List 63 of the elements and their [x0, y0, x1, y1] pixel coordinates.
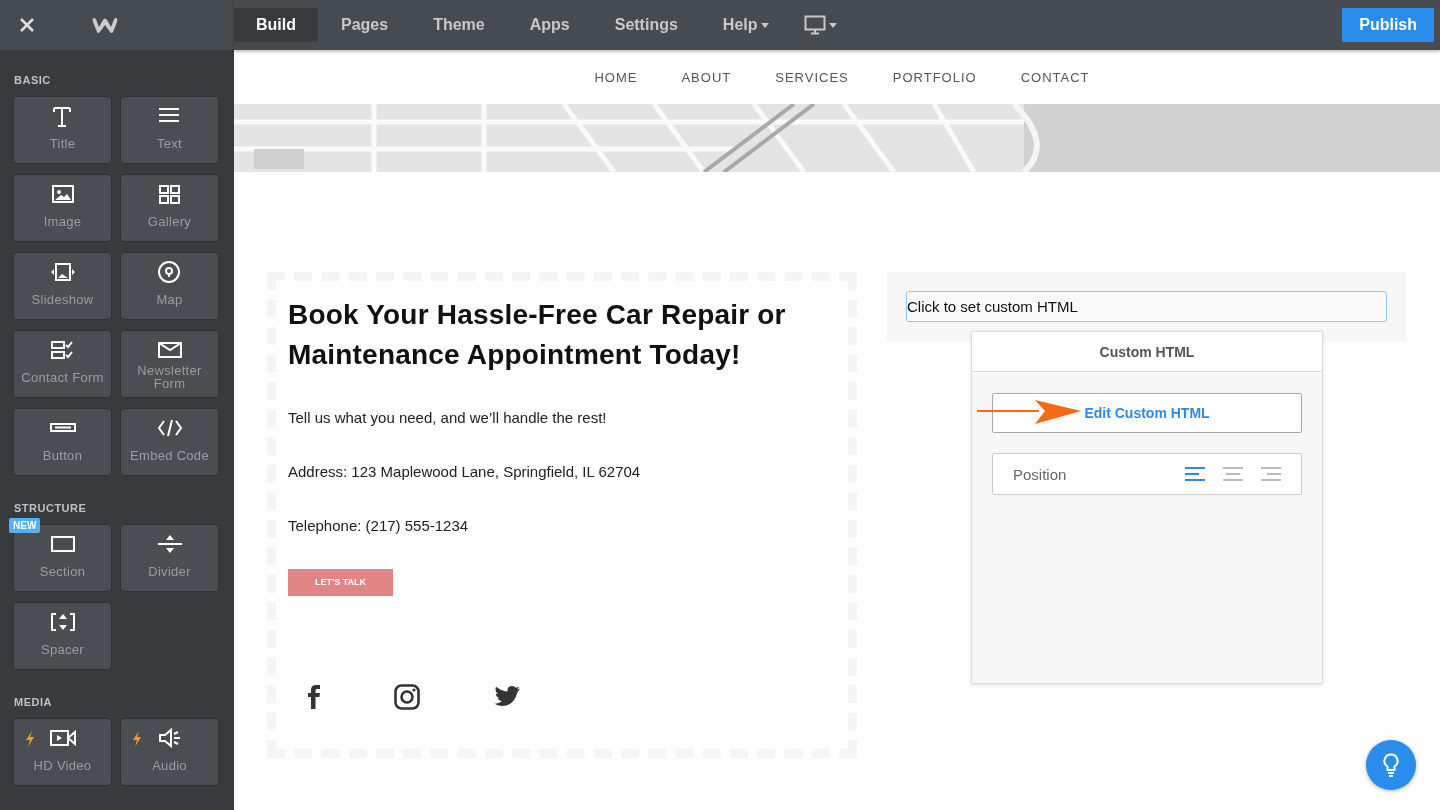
facebook-icon[interactable] — [308, 684, 320, 709]
body-text: Tell us what you need, and we’ll handle the rest! — [288, 409, 608, 426]
new-badge: NEW — [9, 518, 41, 533]
section-heading: BASIC — [14, 74, 51, 86]
nav-tab[interactable]: Theme — [411, 8, 507, 42]
element-icon — [49, 727, 76, 749]
element-tile[interactable]: Embed Code — [120, 408, 219, 476]
element-tile[interactable]: Divider — [120, 524, 219, 592]
desktop-icon — [803, 15, 826, 35]
element-tile[interactable]: Spacer — [13, 602, 112, 670]
custom-html-field[interactable]: Click to set custom HTML — [906, 291, 1387, 322]
edit-html-button[interactable]: Edit Custom HTML — [992, 393, 1302, 433]
instagram-icon[interactable] — [394, 683, 420, 710]
position-label: Position — [1013, 465, 1068, 483]
site-nav-link[interactable]: CONTACT — [998, 69, 1112, 85]
element-tile[interactable]: Button — [13, 408, 112, 476]
lightbulb-icon — [1383, 753, 1399, 777]
popover-title: Custom HTML — [972, 332, 1322, 372]
site-nav-link[interactable]: PORTFOLIO — [870, 69, 999, 85]
element-icon — [156, 727, 183, 749]
element-tile[interactable]: Title — [13, 96, 112, 164]
element-icon — [156, 417, 183, 439]
nav-tab[interactable]: Help — [700, 8, 791, 42]
element-tile[interactable]: Contact Form — [13, 330, 112, 398]
heading: Book Your Hassle-Free Car Repair or Maintenance Appointment Today! — [288, 298, 787, 372]
nav-tab[interactable]: Settings — [592, 8, 700, 42]
element-tile[interactable]: Text — [120, 96, 219, 164]
body-text: Telephone: (217) 555-1234 — [288, 517, 470, 534]
align-left-icon[interactable] — [1185, 467, 1205, 481]
element-icon — [156, 533, 183, 555]
element-tile[interactable]: Map — [120, 252, 219, 320]
lightning-icon — [25, 731, 35, 747]
element-icon — [49, 261, 76, 283]
cta-button[interactable]: LET'S TALK — [288, 568, 393, 596]
element-icon — [49, 183, 76, 205]
element-icon — [156, 261, 183, 283]
element-icon — [156, 183, 183, 205]
help-button[interactable] — [1366, 740, 1416, 790]
element-icon — [49, 533, 76, 555]
site-nav-link[interactable]: ABOUT — [659, 69, 754, 85]
element-icon — [156, 339, 183, 361]
nav-tab[interactable]: Apps — [507, 8, 592, 42]
device-button[interactable] — [803, 15, 837, 35]
section-heading: MEDIA — [14, 696, 52, 708]
element-tile[interactable]: HD Video — [13, 718, 112, 786]
nav-tab[interactable]: Pages — [319, 8, 411, 42]
body-text: Address: 123 Maplewood Lane, Springfield, IL 62704 — [288, 463, 642, 480]
caret-icon — [828, 22, 837, 28]
twitter-icon[interactable] — [494, 685, 520, 708]
publish-button[interactable]: Publish — [1342, 8, 1434, 42]
element-icon — [49, 611, 76, 633]
element-tile[interactable]: Slideshow — [13, 252, 112, 320]
close-icon[interactable] — [19, 17, 35, 33]
element-tile[interactable]: Image — [13, 174, 112, 242]
element-tile[interactable]: Audio — [120, 718, 219, 786]
site-nav-link[interactable]: HOME — [572, 69, 660, 85]
site-nav-link[interactable]: SERVICES — [753, 69, 871, 85]
element-tile[interactable]: Newsletter Form — [120, 330, 219, 398]
element-icon — [49, 339, 76, 361]
section-heading: STRUCTURE — [14, 502, 87, 514]
element-tile[interactable]: Gallery — [120, 174, 219, 242]
lightning-icon — [132, 731, 142, 747]
nav-tab[interactable]: Build — [234, 8, 318, 42]
